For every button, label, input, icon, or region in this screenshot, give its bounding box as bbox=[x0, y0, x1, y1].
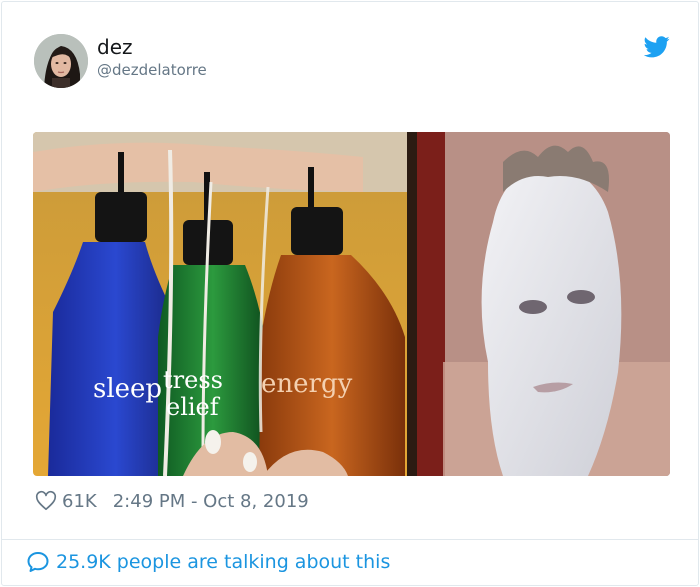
speech-bubble-icon bbox=[27, 552, 49, 572]
twitter-bird-icon[interactable] bbox=[644, 36, 670, 58]
tweet-image[interactable]: sleep tress elief energy bbox=[33, 132, 670, 476]
relief-label: elief bbox=[166, 393, 221, 421]
stress-label: tress bbox=[163, 366, 223, 394]
tweet-meta: 61K 2:49 PM - Oct 8, 2019 bbox=[35, 488, 309, 514]
user-name[interactable]: dez bbox=[97, 35, 133, 59]
conversation-link[interactable]: 25.9K people are talking about this bbox=[26, 550, 390, 574]
conversation-text[interactable]: 25.9K people are talking about this bbox=[56, 551, 390, 573]
avatar[interactable] bbox=[34, 34, 88, 88]
sleep-label: sleep bbox=[93, 374, 162, 404]
divider bbox=[2, 539, 698, 540]
energy-label: energy bbox=[261, 369, 353, 399]
like-count[interactable]: 61K bbox=[62, 491, 97, 512]
user-handle[interactable]: @dezdelatorre bbox=[97, 61, 207, 79]
heart-outline-icon[interactable] bbox=[35, 490, 57, 512]
tweet-timestamp[interactable]: 2:49 PM - Oct 8, 2019 bbox=[113, 491, 309, 512]
tweet-card: dez @dezdelatorre sleep tress elief ener… bbox=[1, 1, 699, 586]
